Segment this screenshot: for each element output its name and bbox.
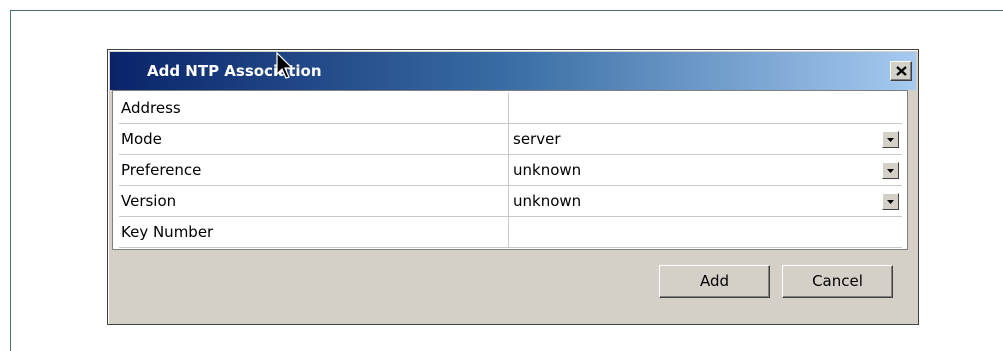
row-mode: Mode server bbox=[119, 124, 902, 155]
add-button[interactable]: Add bbox=[659, 265, 770, 298]
close-icon bbox=[896, 66, 907, 76]
row-key-number: Key Number bbox=[119, 217, 902, 248]
row-address: Address bbox=[119, 93, 902, 124]
mouse-pointer-icon bbox=[276, 52, 294, 79]
add-ntp-association-dialog: Add NTP Association Address Mode server … bbox=[107, 49, 919, 325]
version-dropdown-button[interactable] bbox=[882, 193, 899, 210]
dialog-titlebar[interactable]: Add NTP Association bbox=[110, 52, 916, 90]
row-preference: Preference unknown bbox=[119, 155, 902, 186]
preference-label: Preference bbox=[119, 155, 509, 185]
version-value: unknown bbox=[513, 192, 582, 210]
address-label: Address bbox=[119, 93, 509, 123]
mode-dropdown-button[interactable] bbox=[882, 131, 899, 148]
cancel-button[interactable]: Cancel bbox=[782, 265, 893, 298]
chevron-down-icon bbox=[887, 138, 894, 142]
address-field[interactable] bbox=[510, 93, 902, 123]
close-button[interactable] bbox=[890, 61, 912, 81]
preference-select[interactable]: unknown bbox=[510, 155, 902, 185]
version-select[interactable]: unknown bbox=[510, 186, 902, 216]
key-number-field[interactable] bbox=[510, 217, 902, 247]
chevron-down-icon bbox=[887, 169, 894, 173]
preference-value: unknown bbox=[513, 161, 582, 179]
chevron-down-icon bbox=[887, 200, 894, 204]
mode-label: Mode bbox=[119, 124, 509, 154]
mode-value: server bbox=[513, 130, 561, 148]
preference-dropdown-button[interactable] bbox=[882, 162, 899, 179]
version-label: Version bbox=[119, 186, 509, 216]
property-grid: Address Mode server Preference unknown V… bbox=[112, 90, 908, 250]
key-number-label: Key Number bbox=[119, 217, 509, 247]
dialog-title: Add NTP Association bbox=[147, 62, 322, 80]
mode-select[interactable]: server bbox=[510, 124, 902, 154]
row-version: Version unknown bbox=[119, 186, 902, 217]
